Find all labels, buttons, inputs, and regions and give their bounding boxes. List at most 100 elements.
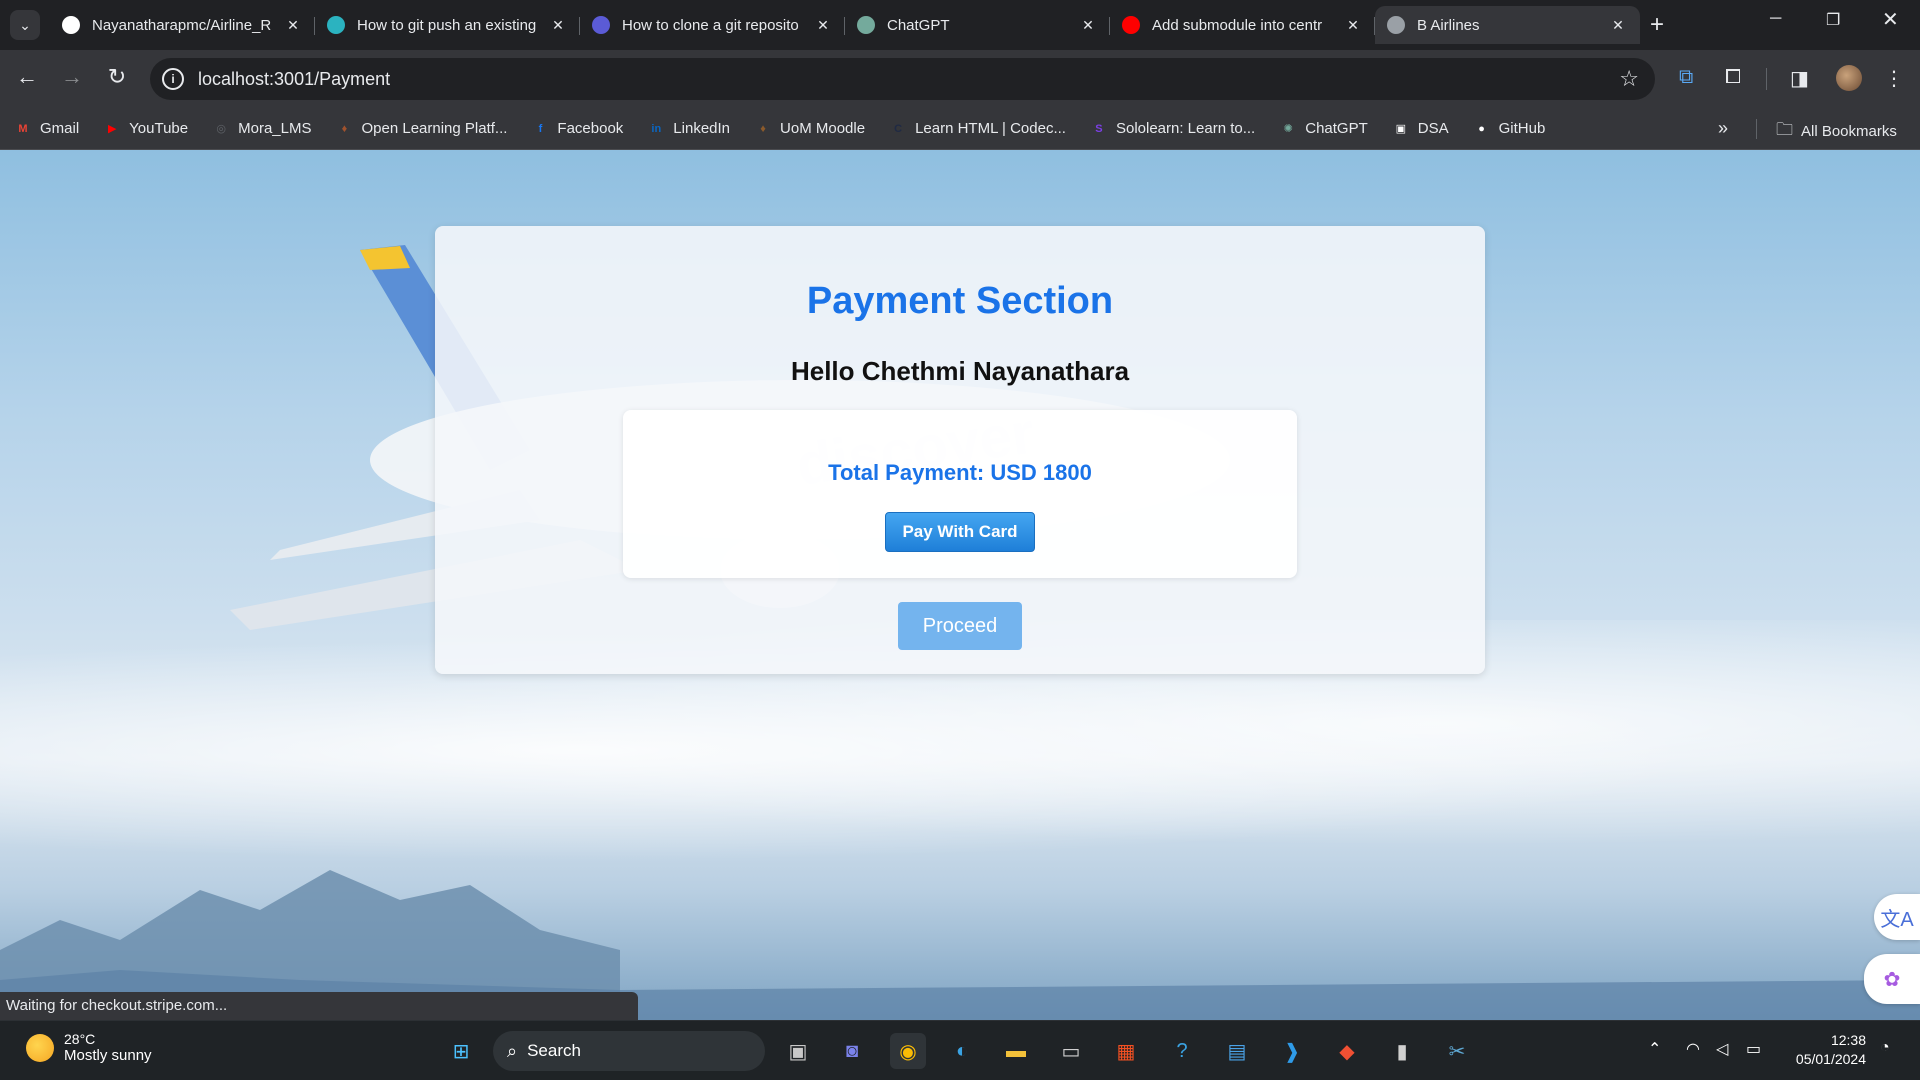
close-tab-icon[interactable]: ✕ (283, 17, 303, 34)
bookmark-label: YouTube (129, 120, 189, 137)
url-text[interactable]: localhost:3001/Payment (198, 69, 390, 90)
bookmark-label: Learn HTML | Codec... (915, 120, 1066, 137)
browser-tab[interactable]: How to clone a git reposito ✕ (580, 6, 845, 44)
side-panel-icon[interactable]: ◨ (1790, 66, 1809, 91)
bookmark-label: DSA (1417, 120, 1449, 137)
bookmark-item[interactable]: ♦ Open Learning Platf... (335, 120, 508, 138)
screenshot-extension-icon[interactable]: ⧉ (1679, 66, 1693, 89)
command-prompt-icon[interactable]: ▮ (1384, 1033, 1420, 1069)
reload-button[interactable]: ↻ (102, 64, 132, 90)
notifications-icon[interactable]: ◔ (1880, 1039, 1890, 1057)
bookmark-item[interactable]: ▣ DSA (1392, 120, 1449, 138)
greeting-text: Hello Chethmi Nayanathara (790, 356, 1130, 386)
facebook-icon: f (538, 122, 543, 135)
close-tab-icon[interactable]: ✕ (548, 17, 568, 34)
notepad-icon[interactable]: ▤ (1219, 1033, 1255, 1069)
teams-chat-icon[interactable]: ◙ (834, 1033, 870, 1069)
wifi-icon[interactable]: ◠ (1686, 1039, 1700, 1059)
extensions-icon[interactable]: ⧠ (1725, 66, 1741, 89)
folder-icon: 🗀 (1776, 120, 1793, 139)
bookmark-label: ChatGPT (1305, 120, 1368, 137)
edge-icon[interactable]: ◐ (944, 1033, 980, 1069)
bookmarks-bar: M Gmail ▶ YouTube ◎ Mora_LMS ♦ Open Learning Pl… (0, 108, 1920, 150)
pay-with-card-button[interactable]: Pay With Card (885, 512, 1035, 552)
close-tab-icon[interactable]: ✕ (813, 17, 833, 34)
weather-widget[interactable]: 28°C Mostly sunny (26, 1031, 152, 1064)
chrome-icon[interactable]: ◉ (890, 1033, 926, 1069)
bookmarks-divider (1756, 119, 1757, 139)
all-bookmarks-label: All Bookmarks (1801, 123, 1897, 140)
tab-title: How to git push an existing (357, 16, 537, 34)
bookmark-item[interactable]: S Sololearn: Learn to... (1090, 120, 1255, 138)
show-hidden-icons-chevron[interactable]: ⌃ (1648, 1039, 1661, 1059)
bookmark-item[interactable]: ✺ ChatGPT (1279, 120, 1368, 138)
bookmark-label: Gmail (40, 120, 80, 137)
bookmark-item[interactable]: ◎ Mora_LMS (212, 120, 311, 138)
brain-extension-icon[interactable]: ✿ (1864, 954, 1920, 1004)
bookmark-item[interactable]: f Facebook (531, 120, 624, 138)
address-bar[interactable]: i localhost:3001/Payment ☆ (150, 58, 1655, 100)
browser-tab[interactable]: How to git push an existing ✕ (315, 6, 580, 44)
search-label: Search (527, 1041, 581, 1060)
all-bookmarks-button[interactable]: 🗀 All Bookmarks (1776, 117, 1897, 146)
volume-icon[interactable]: ◁ (1716, 1039, 1728, 1059)
bookmark-item[interactable]: M Gmail (14, 120, 79, 138)
minimize-button[interactable]: ─ (1770, 10, 1781, 28)
task-view-icon[interactable]: ▣ (780, 1033, 816, 1069)
page-viewport: discover Payment Section Hello Chethmi N… (0, 150, 1920, 1020)
file-explorer-icon[interactable]: ▬ (998, 1033, 1034, 1069)
proceed-button[interactable]: Proceed (898, 602, 1022, 650)
site-info-icon[interactable]: i (162, 68, 184, 90)
microsoft-store-icon[interactable]: ▦ (1108, 1033, 1144, 1069)
open-learning-icon: ♦ (341, 122, 348, 135)
browser-tab[interactable]: B Airlines ✕ (1375, 6, 1640, 44)
github-icon: ● (1478, 122, 1485, 135)
close-tab-icon[interactable]: ✕ (1608, 17, 1628, 34)
bookmark-label: Mora_LMS (238, 120, 312, 137)
bookmark-star-icon[interactable]: ☆ (1619, 66, 1639, 92)
bookmark-item[interactable]: ♦ UoM Moodle (754, 120, 865, 138)
taskbar-search[interactable]: ⌕ Search (493, 1031, 765, 1071)
restore-button[interactable]: ❐ (1826, 10, 1840, 30)
bookmark-label: Facebook (557, 120, 624, 137)
menu-kebab-icon[interactable]: ⋮ (1884, 66, 1904, 91)
close-tab-icon[interactable]: ✕ (1343, 17, 1363, 34)
back-button[interactable]: ← (12, 64, 42, 90)
forward-button[interactable]: → (57, 64, 87, 90)
close-tab-icon[interactable]: ✕ (1078, 17, 1098, 34)
battery-icon[interactable]: ▭ (1746, 1039, 1761, 1059)
browser-tab[interactable]: Add submodule into centr ✕ (1110, 6, 1375, 44)
bookmark-item[interactable]: C Learn HTML | Codec... (889, 120, 1066, 138)
close-window-button[interactable]: ✕ (1882, 7, 1899, 32)
git-icon[interactable]: ◆ (1329, 1033, 1365, 1069)
browser-tab[interactable]: Nayanatharapmc/Airline_R ✕ (50, 6, 315, 44)
bookmark-item[interactable]: in LinkedIn (647, 120, 730, 138)
sololearn-icon: S (1095, 122, 1103, 135)
bookmark-item[interactable]: ▶ YouTube (103, 120, 188, 138)
temperature: 28°C (64, 1031, 96, 1047)
payment-card: Payment Section Hello Chethmi Nayanathar… (435, 226, 1485, 674)
windows-start-icon[interactable]: ⊞ (443, 1033, 479, 1069)
help-app-icon[interactable]: ? (1164, 1033, 1200, 1069)
tab-search-button[interactable]: ⌄ (10, 10, 40, 40)
chatgpt-icon: ✺ (1283, 123, 1293, 135)
chevron-down-icon: ⌄ (19, 16, 31, 33)
system-clock[interactable]: 12:38 05/01/2024 (1786, 1031, 1866, 1069)
bookmark-item[interactable]: ● GitHub (1473, 120, 1545, 138)
snipping-tool-icon[interactable]: ✂ (1439, 1033, 1475, 1069)
bookmark-label: Open Learning Platf... (361, 120, 508, 137)
clock-date: 05/01/2024 (1795, 1051, 1866, 1067)
vscode-icon[interactable]: ❱ (1274, 1033, 1310, 1069)
bookmark-label: LinkedIn (673, 120, 731, 137)
clock-time: 12:38 (1830, 1032, 1866, 1048)
globe-icon (1387, 16, 1405, 34)
windows-taskbar: 28°C Mostly sunny ⊞ ⌕ Search ▣ ◙ ◉ ◐ ▬ ▭… (0, 1020, 1920, 1080)
terminal-app-icon[interactable]: ▭ (1053, 1033, 1089, 1069)
new-tab-button[interactable]: + (1650, 12, 1664, 38)
browser-tab[interactable]: ChatGPT ✕ (845, 6, 1110, 44)
youtube-icon: ▶ (107, 123, 117, 135)
profile-avatar[interactable] (1836, 65, 1862, 91)
translate-extension-icon[interactable]: 文A (1874, 894, 1920, 940)
payment-summary-box: Total Payment: USD 1800 Pay With Card (623, 410, 1297, 578)
more-bookmarks-icon[interactable]: » (1718, 118, 1728, 139)
